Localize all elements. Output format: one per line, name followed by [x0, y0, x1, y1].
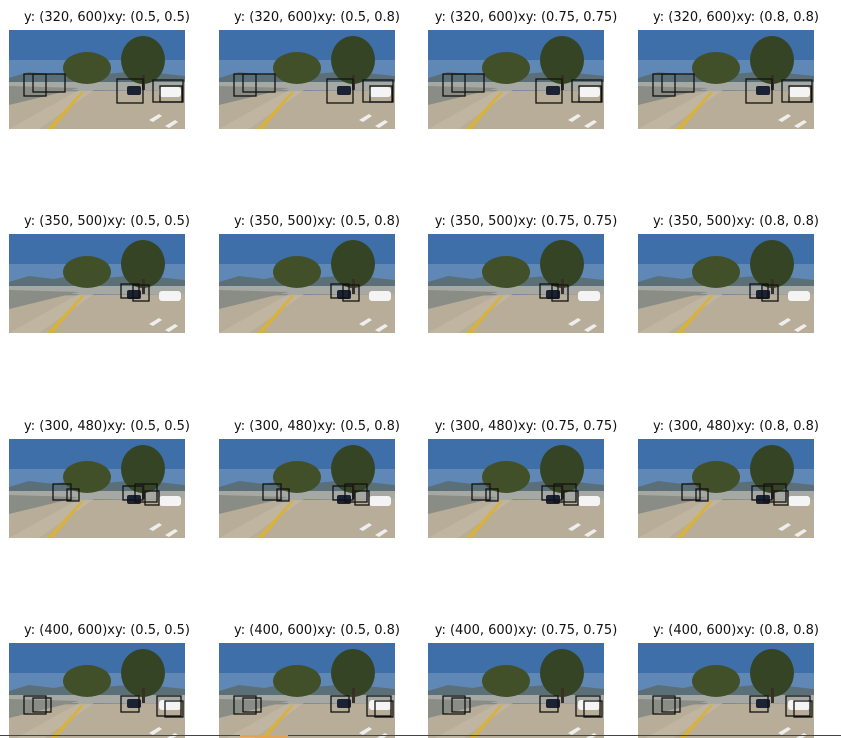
road-scene-drawing: [638, 643, 814, 738]
road-scene-drawing: [428, 234, 604, 333]
road-scene-drawing: [219, 234, 395, 333]
cell-title: y: (350, 500)xy: (0.8, 0.8): [652, 214, 819, 229]
road-scene-image: [9, 234, 185, 333]
cell-title: y: (350, 500)xy: (0.5, 0.5): [23, 214, 190, 229]
cell-title: y: (300, 480)xy: (0.8, 0.8): [652, 419, 819, 434]
road-scene-image: [428, 439, 604, 538]
cell-title: y: (300, 480)xy: (0.5, 0.5): [23, 419, 190, 434]
road-scene-drawing: [638, 30, 814, 129]
road-scene-image: [428, 643, 604, 738]
grid-cell-r3c2: y: (300, 480)xy: (0.5, 0.8): [212, 418, 422, 538]
cell-title: y: (320, 600)xy: (0.8, 0.8): [652, 10, 819, 25]
grid-cell-r2c4: y: (350, 500)xy: (0.8, 0.8): [631, 213, 841, 333]
grid-cell-r1c1: y: (320, 600)xy: (0.5, 0.5): [2, 9, 212, 129]
grid-cell-r2c3: y: (350, 500)xy: (0.75, 0.75): [421, 213, 631, 333]
grid-cell-r3c1: y: (300, 480)xy: (0.5, 0.5): [2, 418, 212, 538]
road-scene-drawing: [428, 30, 604, 129]
grid-cell-r1c4: y: (320, 600)xy: (0.8, 0.8): [631, 9, 841, 129]
grid-cell-r4c4: y: (400, 600)xy: (0.8, 0.8): [631, 622, 841, 738]
road-scene-drawing: [219, 643, 395, 738]
road-scene-image: [219, 234, 395, 333]
road-scene-drawing: [219, 439, 395, 538]
road-scene-drawing: [638, 439, 814, 538]
grid-cell-r2c2: y: (350, 500)xy: (0.5, 0.8): [212, 213, 422, 333]
road-scene-drawing: [9, 439, 185, 538]
cell-title: y: (350, 500)xy: (0.75, 0.75): [434, 214, 618, 229]
road-scene-image: [219, 30, 395, 129]
cell-title: y: (400, 600)xy: (0.75, 0.75): [434, 623, 618, 638]
grid-cell-r3c3: y: (300, 480)xy: (0.75, 0.75): [421, 418, 631, 538]
grid-cell-r4c3: y: (400, 600)xy: (0.75, 0.75): [421, 622, 631, 738]
road-scene-image: [9, 30, 185, 129]
cell-title: y: (320, 600)xy: (0.75, 0.75): [434, 10, 618, 25]
road-scene-drawing: [9, 30, 185, 129]
scrollbar-thumb[interactable]: [240, 735, 288, 737]
road-scene-image: [638, 30, 814, 129]
cell-title: y: (350, 500)xy: (0.5, 0.8): [233, 214, 400, 229]
road-scene-drawing: [428, 643, 604, 738]
grid-cell-r4c1: y: (400, 600)xy: (0.5, 0.5): [2, 622, 212, 738]
road-scene-drawing: [638, 234, 814, 333]
cell-title: y: (300, 480)xy: (0.75, 0.75): [434, 419, 618, 434]
cell-title: y: (400, 600)xy: (0.5, 0.8): [233, 623, 400, 638]
road-scene-drawing: [428, 439, 604, 538]
cell-title: y: (400, 600)xy: (0.8, 0.8): [652, 623, 819, 638]
cell-title: y: (400, 600)xy: (0.5, 0.5): [23, 623, 190, 638]
cell-title: y: (320, 600)xy: (0.5, 0.5): [23, 10, 190, 25]
grid-cell-r1c3: y: (320, 600)xy: (0.75, 0.75): [421, 9, 631, 129]
road-scene-image: [219, 439, 395, 538]
road-scene-image: [428, 30, 604, 129]
road-scene-image: [219, 643, 395, 738]
grid-cell-r3c4: y: (300, 480)xy: (0.8, 0.8): [631, 418, 841, 538]
road-scene-image: [9, 439, 185, 538]
cell-title: y: (320, 600)xy: (0.5, 0.8): [233, 10, 400, 25]
road-scene-drawing: [219, 30, 395, 129]
road-scene-image: [428, 234, 604, 333]
cell-title: y: (300, 480)xy: (0.5, 0.8): [233, 419, 400, 434]
bottom-divider: [0, 735, 841, 736]
figure-grid: y: (320, 600)xy: (0.5, 0.5) y: (320, 600…: [0, 0, 841, 738]
road-scene-image: [638, 643, 814, 738]
road-scene-image: [638, 234, 814, 333]
road-scene-image: [638, 439, 814, 538]
grid-cell-r4c2: y: (400, 600)xy: (0.5, 0.8): [212, 622, 422, 738]
road-scene-drawing: [9, 234, 185, 333]
road-scene-image: [9, 643, 185, 738]
grid-cell-r1c2: y: (320, 600)xy: (0.5, 0.8): [212, 9, 422, 129]
grid-cell-r2c1: y: (350, 500)xy: (0.5, 0.5): [2, 213, 212, 333]
road-scene-drawing: [9, 643, 185, 738]
